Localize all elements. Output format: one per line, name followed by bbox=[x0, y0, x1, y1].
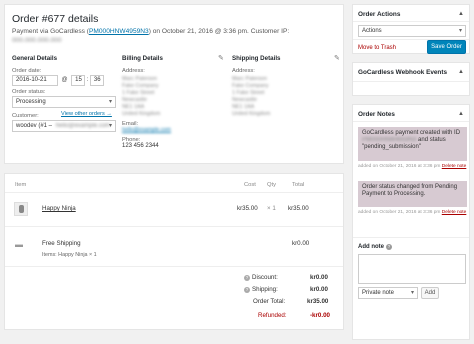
customer-label: Customer: bbox=[12, 113, 39, 119]
payment-id-link[interactable]: PM000HNW4959N3 bbox=[89, 28, 149, 35]
item-total: kr35.00 bbox=[288, 205, 309, 212]
shipping-address-label: Address: bbox=[232, 68, 255, 74]
order-total-label: Order Total: bbox=[253, 298, 286, 305]
payment-info: Payment via GoCardless (PM000HNW4959N3) … bbox=[12, 28, 289, 35]
add-note-label: Add note bbox=[358, 244, 384, 250]
order-actions-title: Order Actions bbox=[358, 11, 401, 18]
discount-value: kr0.00 bbox=[310, 274, 328, 281]
add-note-textarea[interactable] bbox=[358, 254, 466, 284]
shipping-details: Shipping Details Address: Marc Paterson … bbox=[232, 55, 336, 118]
delete-note-link[interactable]: Delete note bbox=[442, 164, 467, 169]
billing-address: Marc Paterson Fake Company 1 Fake Street… bbox=[122, 76, 161, 117]
item-qty: × 1 bbox=[267, 205, 276, 212]
at-symbol: @ bbox=[61, 77, 68, 83]
customer-ip: 000.000.000.000 bbox=[12, 37, 62, 44]
shipping-truck-icon: ▬ bbox=[15, 240, 23, 249]
collapse-arrow-icon[interactable]: ▲ bbox=[458, 69, 464, 75]
billing-phone: 123 456 2344 bbox=[122, 143, 159, 149]
edit-billing-pencil-icon[interactable]: ✎ bbox=[218, 54, 224, 62]
billing-email-link[interactable]: hello@example.com bbox=[122, 127, 226, 133]
collapse-arrow-icon[interactable]: ▲ bbox=[458, 11, 464, 17]
order-date-input[interactable]: 2016-10-21 bbox=[12, 75, 58, 86]
item-cost: kr35.00 bbox=[237, 205, 258, 212]
webhook-events-panel: GoCardless Webhook Events ▲ bbox=[352, 62, 470, 96]
shipping-value: kr0.00 bbox=[310, 286, 328, 293]
general-details: General Details Order date: 2016-10-21 @… bbox=[12, 55, 120, 132]
view-other-orders-link[interactable]: View other orders → bbox=[61, 111, 112, 117]
note-meta: added on October 21, 2016 at 3:36 pm Del… bbox=[358, 164, 467, 169]
help-icon[interactable]: ? bbox=[386, 244, 392, 250]
webhook-events-title: GoCardless Webhook Events bbox=[358, 69, 448, 76]
shipping-items: Items: Happy Ninja × 1 bbox=[42, 252, 97, 258]
product-name-link[interactable]: Happy Ninja bbox=[42, 205, 76, 212]
billing-address-label: Address: bbox=[122, 68, 145, 74]
order-notes-panel: Order Notes ▲ GoCardless payment created… bbox=[352, 104, 470, 340]
order-actions-panel: Order Actions ▲ Actions Move to Trash Sa… bbox=[352, 4, 470, 54]
note-text: GoCardless payment created with ID bbox=[362, 130, 461, 136]
order-total-value: kr35.00 bbox=[307, 298, 329, 305]
collapse-arrow-icon[interactable]: ▲ bbox=[458, 111, 464, 117]
customer-label-row: Customer: View other orders → bbox=[12, 111, 120, 119]
billing-details-heading: Billing Details bbox=[122, 55, 163, 62]
delete-note-link[interactable]: Delete note bbox=[442, 210, 467, 215]
shipping-total: kr0.00 bbox=[292, 240, 310, 247]
order-minute-input[interactable]: 36 bbox=[89, 75, 104, 86]
save-order-button[interactable]: Save Order bbox=[427, 40, 466, 54]
help-icon[interactable]: ? bbox=[244, 275, 250, 281]
order-status-label: Order status: bbox=[12, 89, 46, 95]
note-meta: added on October 21, 2016 at 3:36 pm Del… bbox=[358, 210, 467, 215]
edit-shipping-pencil-icon[interactable]: ✎ bbox=[334, 54, 340, 62]
order-title: Order #677 details bbox=[12, 13, 99, 25]
order-notes-title: Order Notes bbox=[358, 111, 395, 118]
shipping-address: Marc Paterson Fake Company 1 Fake Street… bbox=[232, 76, 271, 117]
col-total-header: Total bbox=[292, 182, 305, 188]
shipping-row: ? Shipping: bbox=[244, 286, 278, 293]
col-qty-header: Qty bbox=[267, 182, 277, 188]
order-data-panel: Order #677 details Payment via GoCardles… bbox=[4, 4, 344, 164]
order-status-select[interactable]: Processing bbox=[12, 96, 116, 108]
order-hour-input[interactable]: 15 bbox=[71, 75, 86, 86]
order-date-label: Order date: bbox=[12, 68, 42, 74]
order-note: Order status changed from Pending Paymen… bbox=[358, 181, 467, 207]
customer-select[interactable]: woodev (#1 – hello@example.com bbox=[12, 120, 116, 132]
move-to-trash-link[interactable]: Move to Trash bbox=[358, 45, 396, 51]
product-thumbnail bbox=[14, 202, 28, 216]
add-note-button[interactable]: Add bbox=[421, 287, 439, 299]
refunded-value: -kr0.00 bbox=[310, 312, 330, 319]
refunded-label: Refunded: bbox=[258, 312, 287, 319]
customer-value: woodev (#1 – bbox=[16, 123, 53, 129]
general-details-heading: General Details bbox=[12, 55, 58, 62]
help-icon[interactable]: ? bbox=[244, 287, 250, 293]
order-action-select[interactable]: Actions bbox=[358, 25, 466, 37]
note-type-select[interactable]: Private note bbox=[358, 287, 418, 299]
billing-details: Billing Details Address: Marc Paterson F… bbox=[122, 55, 226, 149]
discount-row: ? Discount: bbox=[244, 274, 278, 281]
payment-prefix: Payment via GoCardless ( bbox=[12, 28, 89, 35]
shipping-details-heading: Shipping Details bbox=[232, 55, 281, 62]
payment-suffix: ) on October 21, 2016 @ 3:36 pm. Custome… bbox=[148, 28, 290, 35]
col-item-header: Item bbox=[15, 182, 27, 188]
order-items-panel: Item Cost Qty Total Happy Ninja kr35.00 … bbox=[4, 173, 344, 330]
shipping-method-name: Free Shipping bbox=[42, 240, 81, 247]
order-date-row: 2016-10-21 @ 15 : 36 bbox=[12, 75, 120, 86]
col-cost-header: Cost bbox=[244, 182, 256, 188]
order-note: GoCardless payment created with ID PM000… bbox=[358, 127, 467, 161]
